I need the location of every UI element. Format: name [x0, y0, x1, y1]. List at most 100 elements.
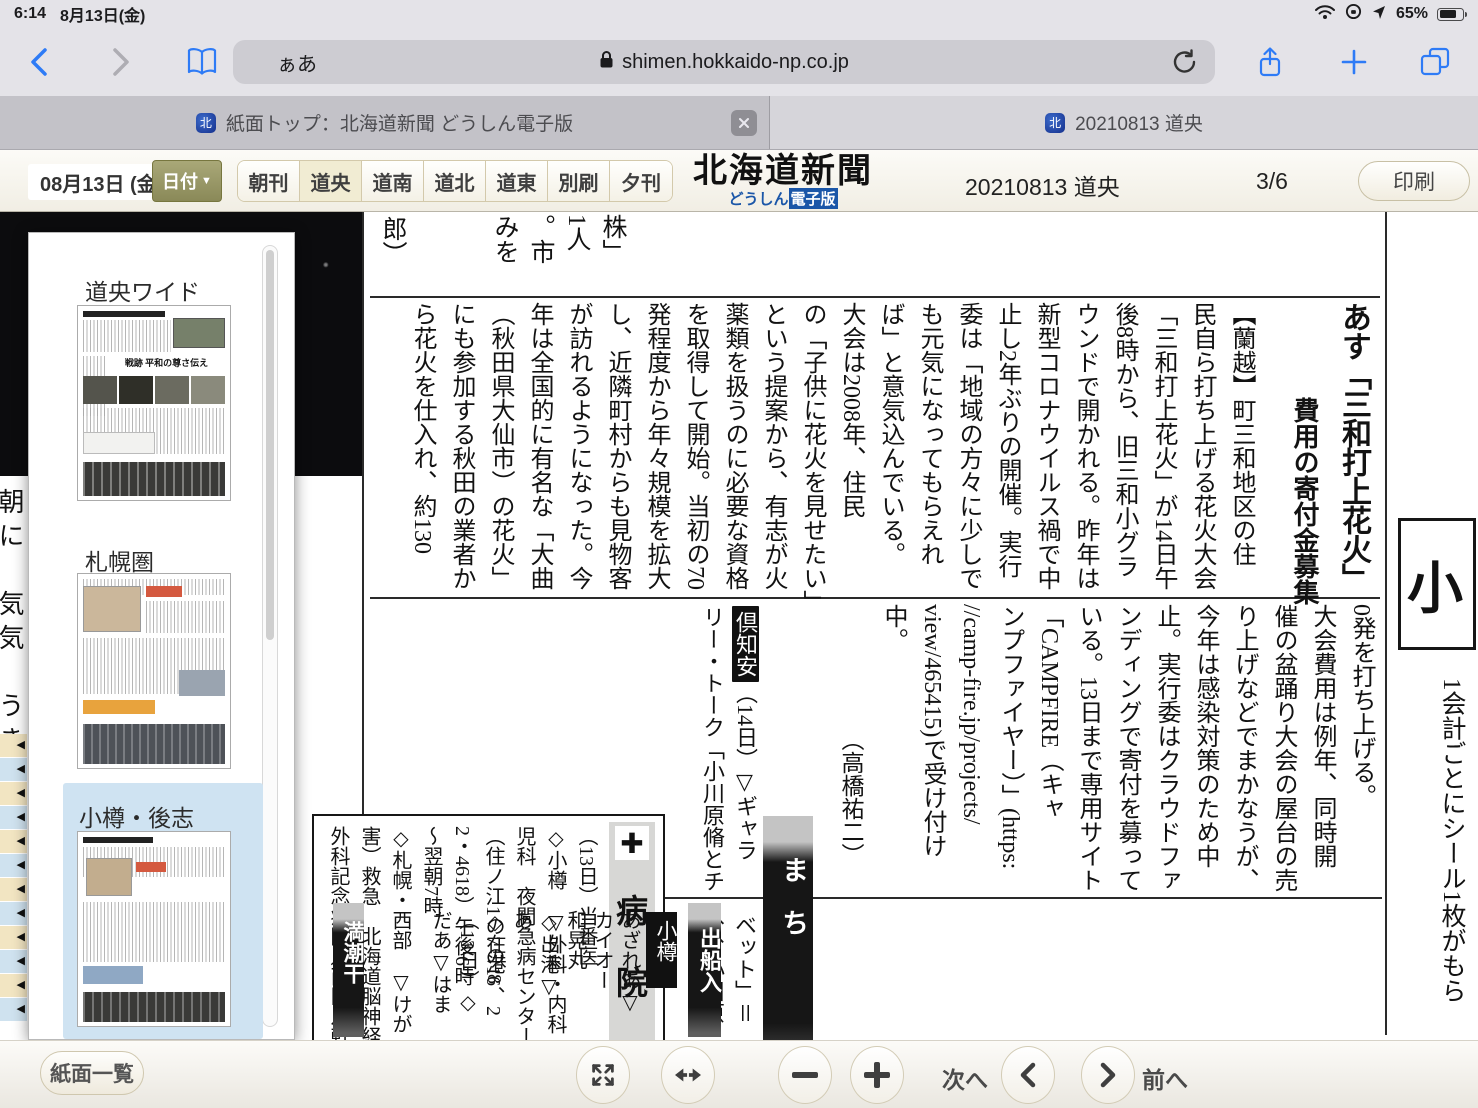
text-column: カイオー	[588, 910, 615, 1038]
text-column: あざれあ▽	[615, 910, 642, 1038]
fit-width-button[interactable]	[661, 1046, 715, 1104]
bookmarks-icon[interactable]	[184, 44, 220, 80]
page-thumbnail-otaru[interactable]	[77, 831, 231, 1027]
clipped-listing-cells	[0, 734, 27, 1022]
page-thumbnail-sapporo[interactable]	[77, 573, 231, 769]
tab-title: 20210813 道央	[1075, 109, 1203, 136]
page-title: 20210813 道央	[965, 168, 1120, 202]
newspaper-canvas[interactable]: 朝に 気気 うき 郎） 株」1人。市みを あす「三和打上花火」 費用の寄付金募集…	[0, 212, 1478, 1040]
zoom-out-button[interactable]	[778, 1046, 832, 1104]
reload-button[interactable]	[1171, 48, 1199, 81]
lock-icon	[599, 50, 614, 75]
machi-bar-label: まち	[774, 856, 813, 962]
status-date: 8月13日(金)	[60, 2, 145, 26]
text-column: 催の盆踊り大会の屋台の売	[1263, 604, 1302, 894]
edition-tabs: 朝刊 道央 道南 道北 道東 別刷 夕刊	[237, 160, 673, 202]
edition-tab-donan[interactable]: 道南	[362, 161, 424, 201]
ipad-screen: 6:14 8月13日(金) 65%	[0, 0, 1478, 1108]
thumbnail-headline: 戦跡 平和の尊さ伝え	[108, 356, 225, 371]
edition-tab-dohoku[interactable]: 道北	[424, 161, 486, 201]
right-article-column: 1会計ごとにシール1枚がもら	[1436, 678, 1466, 1003]
tab-shimen-top[interactable]: 紙面トップ：北海道新聞 どうしん電子版	[0, 96, 770, 149]
right-headline-char: 小	[1407, 544, 1463, 625]
previous-page-button[interactable]	[1081, 1046, 1135, 1104]
text-column: 止。実行委はクラウドファ	[1146, 604, 1185, 894]
scrollbar-thumb[interactable]	[266, 250, 274, 640]
tab-bar: 紙面トップ：北海道新聞 どうしん電子版 20210813 道央	[0, 96, 1478, 150]
clipped-edge-text: 朝に 気気 うき	[0, 488, 28, 760]
text-column: ◇在港8	[480, 910, 507, 1038]
previous-page-label: 前へ	[1142, 1061, 1188, 1095]
share-icon[interactable]	[1254, 46, 1286, 85]
machi-text: （14日）▽ギャラ	[733, 682, 758, 861]
text-column: 民自ら打ち上げる花火大会	[1182, 302, 1221, 594]
text-column: 今年は感染対策のため中	[1185, 604, 1224, 894]
next-page-button[interactable]	[1001, 1046, 1055, 1104]
tab-current-page[interactable]: 20210813 道央	[770, 96, 1478, 149]
forward-button[interactable]	[102, 44, 138, 80]
location-icon	[1371, 4, 1387, 25]
port-tag: 小樽	[646, 912, 677, 988]
page-list-button[interactable]: 紙面一覧	[40, 1051, 144, 1095]
text-column: 株」	[594, 214, 630, 296]
bottom-toolbar: 紙面一覧 次へ 前へ	[0, 1040, 1478, 1108]
text-column: という提案から、有志が火	[753, 302, 792, 594]
text-column: 【蘭越】町三和地区の住	[1221, 302, 1260, 594]
text-column: 大会は2008年、住民	[831, 302, 870, 594]
section-title-otaru-shiribeshi: 小樽・後志	[79, 799, 194, 833]
new-tab-icon[interactable]	[1338, 46, 1370, 83]
article-headline: あす「三和打上花火」	[1328, 302, 1378, 594]
print-button[interactable]: 印刷	[1358, 161, 1470, 201]
ships-columns: あざれあ▽カイオー和晃丸◇出港▽あ◇在港8（13日）◇だあ▽はま	[424, 910, 642, 1038]
column-rule	[1385, 212, 1387, 1035]
battery-icon	[1437, 8, 1464, 21]
tide-section-bar: 満潮干	[333, 903, 364, 1037]
page-thumbnail-doo-wide[interactable]: 戦跡 平和の尊さ伝え	[77, 305, 231, 501]
reader-text-size-button[interactable]: ぁあ	[277, 40, 317, 84]
text-column: 委は「地域の方々に少しで	[948, 302, 987, 594]
text-column: ら花火を仕入れ、約130	[402, 302, 441, 594]
edition-tab-bessatsu[interactable]: 別刷	[548, 161, 610, 201]
zoom-in-button[interactable]	[850, 1046, 904, 1104]
text-column: 中。	[873, 604, 912, 894]
edition-tab-yukan[interactable]: 夕刊	[610, 161, 672, 201]
text-column: 後8時から、旧三和小グラ	[1104, 302, 1143, 594]
text-column: view/465415)で受け付け	[912, 604, 951, 894]
section-title-doo-wide: 道央ワイド	[85, 273, 200, 307]
tab-close-icon[interactable]	[731, 110, 757, 136]
article-rule	[370, 597, 1380, 599]
text-column: ンプファイヤー）」(https:	[990, 604, 1029, 894]
page-indicator: 3/6	[1256, 168, 1288, 195]
article-subheadline: 費用の寄付金募集	[1282, 302, 1328, 594]
right-article-headline-box: 小	[1398, 518, 1476, 650]
scrollbar-track[interactable]	[262, 245, 278, 1027]
ships-bar-label: 出船入	[693, 927, 725, 993]
text-column: ウンドで開かれる。昨年は	[1065, 302, 1104, 594]
text-column: の「子供に花火を見せたい」	[792, 302, 831, 594]
wifi-icon	[1314, 4, 1336, 25]
text-column: ンディングで寄付を募って	[1107, 604, 1146, 894]
machi-section-bar: まち	[763, 816, 813, 1040]
clipped-text-fragments: 株」1人。市みを	[498, 214, 630, 296]
text-column: 年は全国的に有名な「大曲	[519, 302, 558, 594]
date-picker-button[interactable]: 日付	[152, 160, 222, 202]
newspaper-logo: 北海道新聞 どうしん電子版	[678, 154, 888, 209]
text-column: 和晃丸	[561, 910, 588, 1038]
site-favicon	[196, 113, 216, 133]
text-column: を取得して開始。当初の70	[675, 302, 714, 594]
back-button[interactable]	[22, 44, 58, 80]
text-column: ◇出港▽	[534, 910, 561, 1038]
fullscreen-button[interactable]	[576, 1046, 630, 1104]
article-rule	[370, 296, 1380, 298]
medical-cross-icon	[615, 826, 649, 860]
text-column: あ	[507, 910, 534, 1038]
battery-percent: 65%	[1396, 5, 1428, 23]
edition-tab-doto[interactable]: 道東	[486, 161, 548, 201]
text-column: 薬類を扱うのに必要な資格	[714, 302, 753, 594]
address-bar[interactable]: ぁあ shimen.hokkaido-np.co.jp	[233, 40, 1215, 84]
edition-tab-chokan[interactable]: 朝刊	[238, 161, 300, 201]
browser-toolbar: ぁあ shimen.hokkaido-np.co.jp	[0, 28, 1478, 96]
tabs-overview-icon[interactable]	[1418, 46, 1452, 83]
text-column: （13日）◇	[453, 910, 480, 1038]
edition-tab-doo[interactable]: 道央	[300, 161, 362, 201]
